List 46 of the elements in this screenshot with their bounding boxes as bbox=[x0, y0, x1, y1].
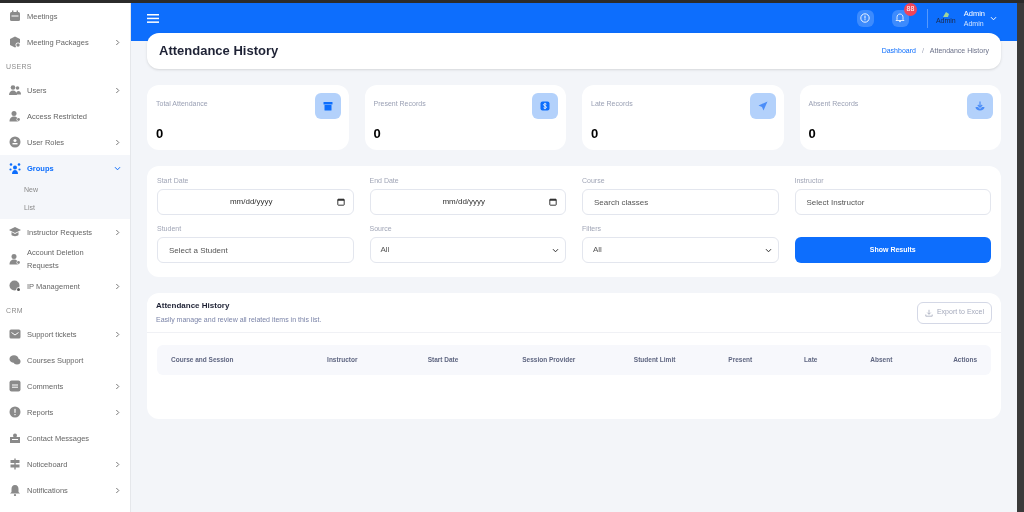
download-icon bbox=[924, 308, 933, 317]
notifications-button[interactable] bbox=[891, 9, 909, 27]
input-field[interactable]: Search classes bbox=[582, 189, 779, 215]
stat-value: 0 bbox=[156, 124, 165, 143]
envelope-icon bbox=[9, 328, 21, 340]
download-icon bbox=[974, 100, 986, 112]
box-icon bbox=[9, 36, 21, 48]
stat-value: 0 bbox=[373, 124, 382, 143]
badge-icon bbox=[9, 136, 21, 148]
broken-image-icon bbox=[941, 11, 950, 18]
signpost-icon bbox=[9, 458, 21, 470]
select-field[interactable]: All bbox=[582, 237, 779, 263]
box-icon bbox=[321, 100, 334, 112]
bell-icon bbox=[9, 484, 21, 496]
input-field[interactable]: Select Instructor bbox=[794, 189, 991, 215]
user-icon bbox=[9, 110, 21, 122]
table-title: Attendance History bbox=[156, 299, 231, 312]
alert-icon bbox=[9, 406, 21, 418]
bell-icon bbox=[895, 13, 906, 23]
chevron-down-icon bbox=[552, 246, 559, 254]
globe-icon bbox=[9, 280, 21, 292]
stat-value: 0 bbox=[591, 124, 600, 143]
scrollbar[interactable] bbox=[1017, 3, 1024, 512]
user-icon bbox=[9, 253, 21, 265]
comment-icon bbox=[9, 380, 21, 392]
input-field[interactable]: Select a Student bbox=[157, 237, 354, 263]
users-icon bbox=[9, 84, 21, 96]
chat-icon bbox=[9, 354, 21, 366]
stat-value: 0 bbox=[808, 124, 817, 143]
select-field[interactable]: All bbox=[369, 237, 566, 263]
info-button[interactable] bbox=[856, 9, 874, 27]
menu-icon[interactable] bbox=[147, 13, 159, 23]
paper-plane-icon bbox=[756, 100, 769, 112]
dollar-icon bbox=[539, 100, 551, 112]
calendar-icon bbox=[9, 10, 21, 22]
page-title: Attendance History bbox=[159, 42, 279, 61]
calendar-icon[interactable] bbox=[336, 198, 345, 206]
date-field[interactable]: mm/dd/yyyy bbox=[157, 189, 354, 215]
chevron-down-icon bbox=[990, 14, 997, 22]
date-field[interactable]: mm/dd/yyyy bbox=[369, 189, 566, 215]
calendar-icon[interactable] bbox=[549, 198, 557, 206]
graduation-cap-icon bbox=[9, 226, 21, 238]
info-icon bbox=[860, 13, 871, 23]
chevron-down-icon bbox=[764, 246, 772, 254]
group-icon bbox=[9, 162, 21, 174]
inbox-icon bbox=[9, 432, 21, 444]
